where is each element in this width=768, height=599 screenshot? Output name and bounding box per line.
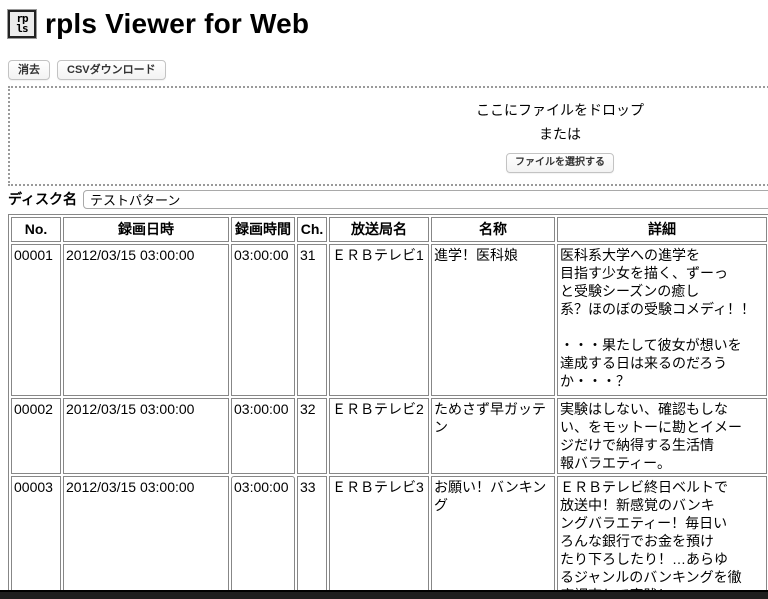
column-header-datetime: 録画日時: [63, 217, 229, 242]
dropzone-or-text: または: [539, 126, 581, 142]
cell-no[interactable]: 00001: [11, 244, 61, 396]
cell-duration[interactable]: 03:00:00: [231, 476, 295, 599]
page-title: rpls Viewer for Web: [45, 8, 310, 39]
page-viewport: rp ls rpls Viewer for Web 消去 CSVダウンロード こ…: [0, 0, 768, 599]
disk-name-label: ディスク名: [8, 191, 78, 207]
rpls-favicon-icon: rp ls: [8, 10, 36, 38]
clear-button[interactable]: 消去: [8, 60, 50, 80]
cell-detail[interactable]: 実験はしない、確認もしな い、をモットーに勘とイメー ジだけで納得する生活情 報…: [557, 398, 767, 474]
cell-duration[interactable]: 03:00:00: [231, 244, 295, 396]
cell-station[interactable]: ＥＲＢテレビ2: [329, 398, 429, 474]
page-content: rp ls rpls Viewer for Web 消去 CSVダウンロード こ…: [8, 8, 768, 599]
cell-ch[interactable]: 33: [297, 476, 327, 599]
cell-detail[interactable]: 医科系大学への進学を 目指す少女を描く、ずーっ と受験シーズンの癒し 系？ほのぼ…: [557, 244, 767, 396]
cell-station[interactable]: ＥＲＢテレビ3: [329, 476, 429, 599]
favicon-text-bottom: ls: [16, 22, 28, 35]
table-row: 00002 2012/03/15 03:00:00 03:00:00 32 ＥＲＢテレビ…: [11, 398, 767, 474]
disk-name-row: ディスク名: [8, 189, 768, 209]
column-header-station: 放送局名: [329, 217, 429, 242]
column-header-no: No.: [11, 217, 61, 242]
cell-detail[interactable]: ＥＲＢテレビ終日ベルトで 放送中！新感覚のバンキ ングバラエティー！毎日い ろん…: [557, 476, 767, 599]
cell-name[interactable]: 進学！医科娘: [431, 244, 555, 396]
cell-datetime[interactable]: 2012/03/15 03:00:00: [63, 476, 229, 599]
window-bottom-bar: [0, 590, 768, 599]
cell-duration[interactable]: 03:00:00: [231, 398, 295, 474]
column-header-name: 名称: [431, 217, 555, 242]
table-header-row: No. 録画日時 録画時間 Ch. 放送局名 名称 詳細: [11, 217, 767, 242]
cell-name[interactable]: ためさず早ガッテン: [431, 398, 555, 474]
dropzone-instruction: ここにファイルをドロップ: [476, 102, 644, 118]
toolbar: 消去 CSVダウンロード: [8, 60, 768, 80]
column-header-ch: Ch.: [297, 217, 327, 242]
table-row: 00003 2012/03/15 03:00:00 03:00:00 33 ＥＲＢテレビ…: [11, 476, 767, 599]
cell-no[interactable]: 00002: [11, 398, 61, 474]
cell-ch[interactable]: 31: [297, 244, 327, 396]
cell-datetime[interactable]: 2012/03/15 03:00:00: [63, 244, 229, 396]
disk-name-input[interactable]: [83, 189, 768, 209]
table-body: 00001 2012/03/15 03:00:00 03:00:00 31 ＥＲＢテレビ…: [11, 244, 767, 599]
recordings-table: No. 録画日時 録画時間 Ch. 放送局名 名称 詳細 00001 2012/03/15 0…: [8, 214, 768, 599]
cell-name[interactable]: お願い！バンキング: [431, 476, 555, 599]
cell-ch[interactable]: 32: [297, 398, 327, 474]
file-select-button[interactable]: ファイルを選択する: [506, 153, 614, 173]
cell-no[interactable]: 00003: [11, 476, 61, 599]
file-dropzone[interactable]: ここにファイルをドロップ または ファイルを選択する: [8, 86, 768, 186]
cell-station[interactable]: ＥＲＢテレビ1: [329, 244, 429, 396]
cell-datetime[interactable]: 2012/03/15 03:00:00: [63, 398, 229, 474]
table-row: 00001 2012/03/15 03:00:00 03:00:00 31 ＥＲＢテレビ…: [11, 244, 767, 396]
column-header-detail: 詳細: [557, 217, 767, 242]
app-header: rp ls rpls Viewer for Web: [8, 8, 768, 40]
csv-download-button[interactable]: CSVダウンロード: [57, 60, 166, 80]
column-header-duration: 録画時間: [231, 217, 295, 242]
